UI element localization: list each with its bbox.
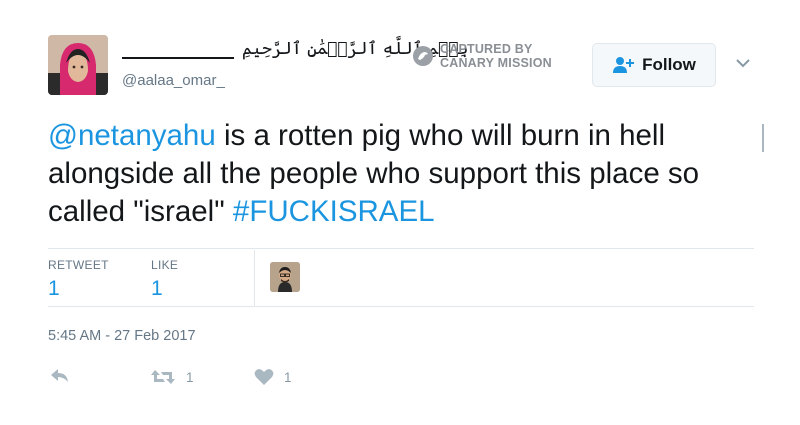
watermark: CAPTURED BY CANARY MISSION	[412, 42, 552, 70]
like-button[interactable]: 1	[254, 368, 292, 386]
canary-logo-icon	[413, 46, 433, 66]
author-handle[interactable]: @aalaa_omar_	[122, 72, 225, 89]
tweet-text: @netanyahu is a rotten pig who will burn…	[48, 117, 778, 231]
tweet-hashtag-link[interactable]: #FUCKISRAEL	[233, 195, 435, 228]
retweet-stat-value: 1	[48, 277, 60, 300]
like-count: 1	[284, 369, 292, 385]
heart-icon	[254, 369, 274, 385]
retweet-stat[interactable]: RETWEET 1	[48, 258, 109, 301]
like-stat-label: LIKE	[151, 258, 179, 272]
retweet-count: 1	[186, 369, 194, 385]
like-stat[interactable]: LIKE 1	[151, 258, 178, 301]
reply-icon	[51, 369, 68, 382]
author-avatar[interactable]	[48, 35, 108, 95]
text-cursor	[762, 124, 764, 152]
watermark-text: CAPTURED BY CANARY MISSION	[440, 42, 552, 70]
retweet-icon	[151, 370, 175, 384]
display-name-underline	[122, 39, 234, 59]
stats-separator	[254, 250, 255, 306]
liker-avatar[interactable]	[270, 262, 300, 292]
reply-button[interactable]	[50, 368, 70, 384]
tweet-mention-link[interactable]: @netanyahu	[48, 119, 216, 152]
divider-bottom	[48, 306, 754, 307]
retweet-stat-label: RETWEET	[48, 258, 109, 272]
watermark-line-2: CANARY MISSION	[440, 56, 552, 70]
divider-top	[48, 248, 754, 249]
retweet-button[interactable]: 1	[150, 368, 194, 386]
like-stat-value: 1	[151, 277, 163, 300]
tweet-timestamp[interactable]: 5:45 AM - 27 Feb 2017	[48, 328, 196, 344]
follow-button[interactable]: Follow	[592, 43, 716, 87]
chevron-down-icon[interactable]	[735, 58, 751, 68]
watermark-line-1: CAPTURED BY	[440, 42, 533, 56]
follow-button-label: Follow	[642, 55, 696, 74]
add-user-icon	[613, 57, 635, 73]
